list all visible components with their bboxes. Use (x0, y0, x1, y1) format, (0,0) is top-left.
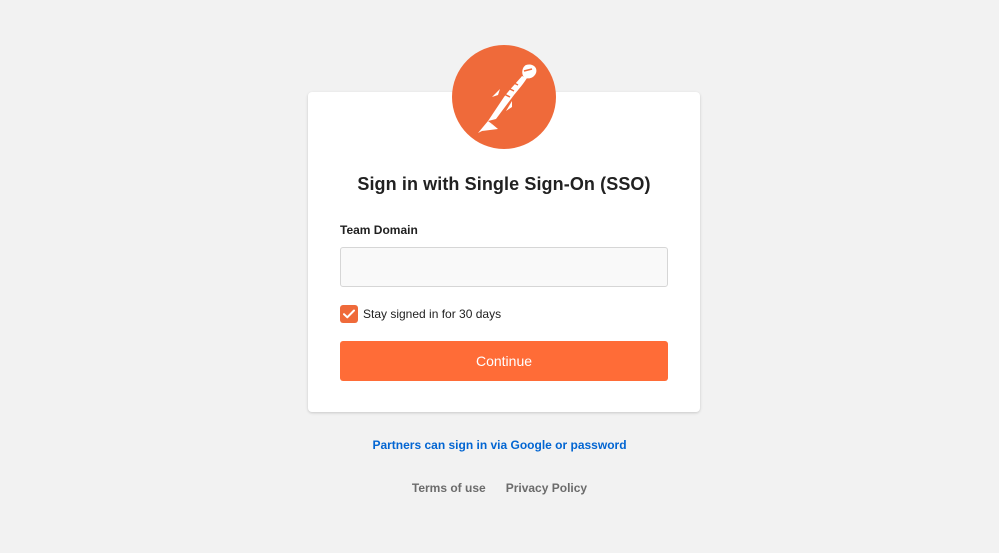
team-domain-label: Team Domain (340, 223, 418, 237)
page-title: Sign in with Single Sign-On (SSO) (357, 174, 651, 194)
checkmark-icon (343, 309, 355, 319)
postman-astronaut-icon (452, 45, 556, 149)
privacy-policy-link[interactable]: Privacy Policy (506, 481, 587, 495)
team-domain-input[interactable] (340, 247, 668, 287)
terms-of-use-link[interactable]: Terms of use (412, 481, 486, 495)
partners-signin-link[interactable]: Partners can sign in via Google or passw… (0, 438, 999, 452)
stay-signed-in-label[interactable]: Stay signed in for 30 days (363, 307, 501, 321)
stay-signed-in-checkbox[interactable] (340, 305, 358, 323)
continue-button[interactable]: Continue (340, 341, 668, 381)
stay-signed-in-option[interactable]: Stay signed in for 30 days (340, 305, 501, 323)
footer-links: Terms of use Privacy Policy (0, 481, 999, 495)
